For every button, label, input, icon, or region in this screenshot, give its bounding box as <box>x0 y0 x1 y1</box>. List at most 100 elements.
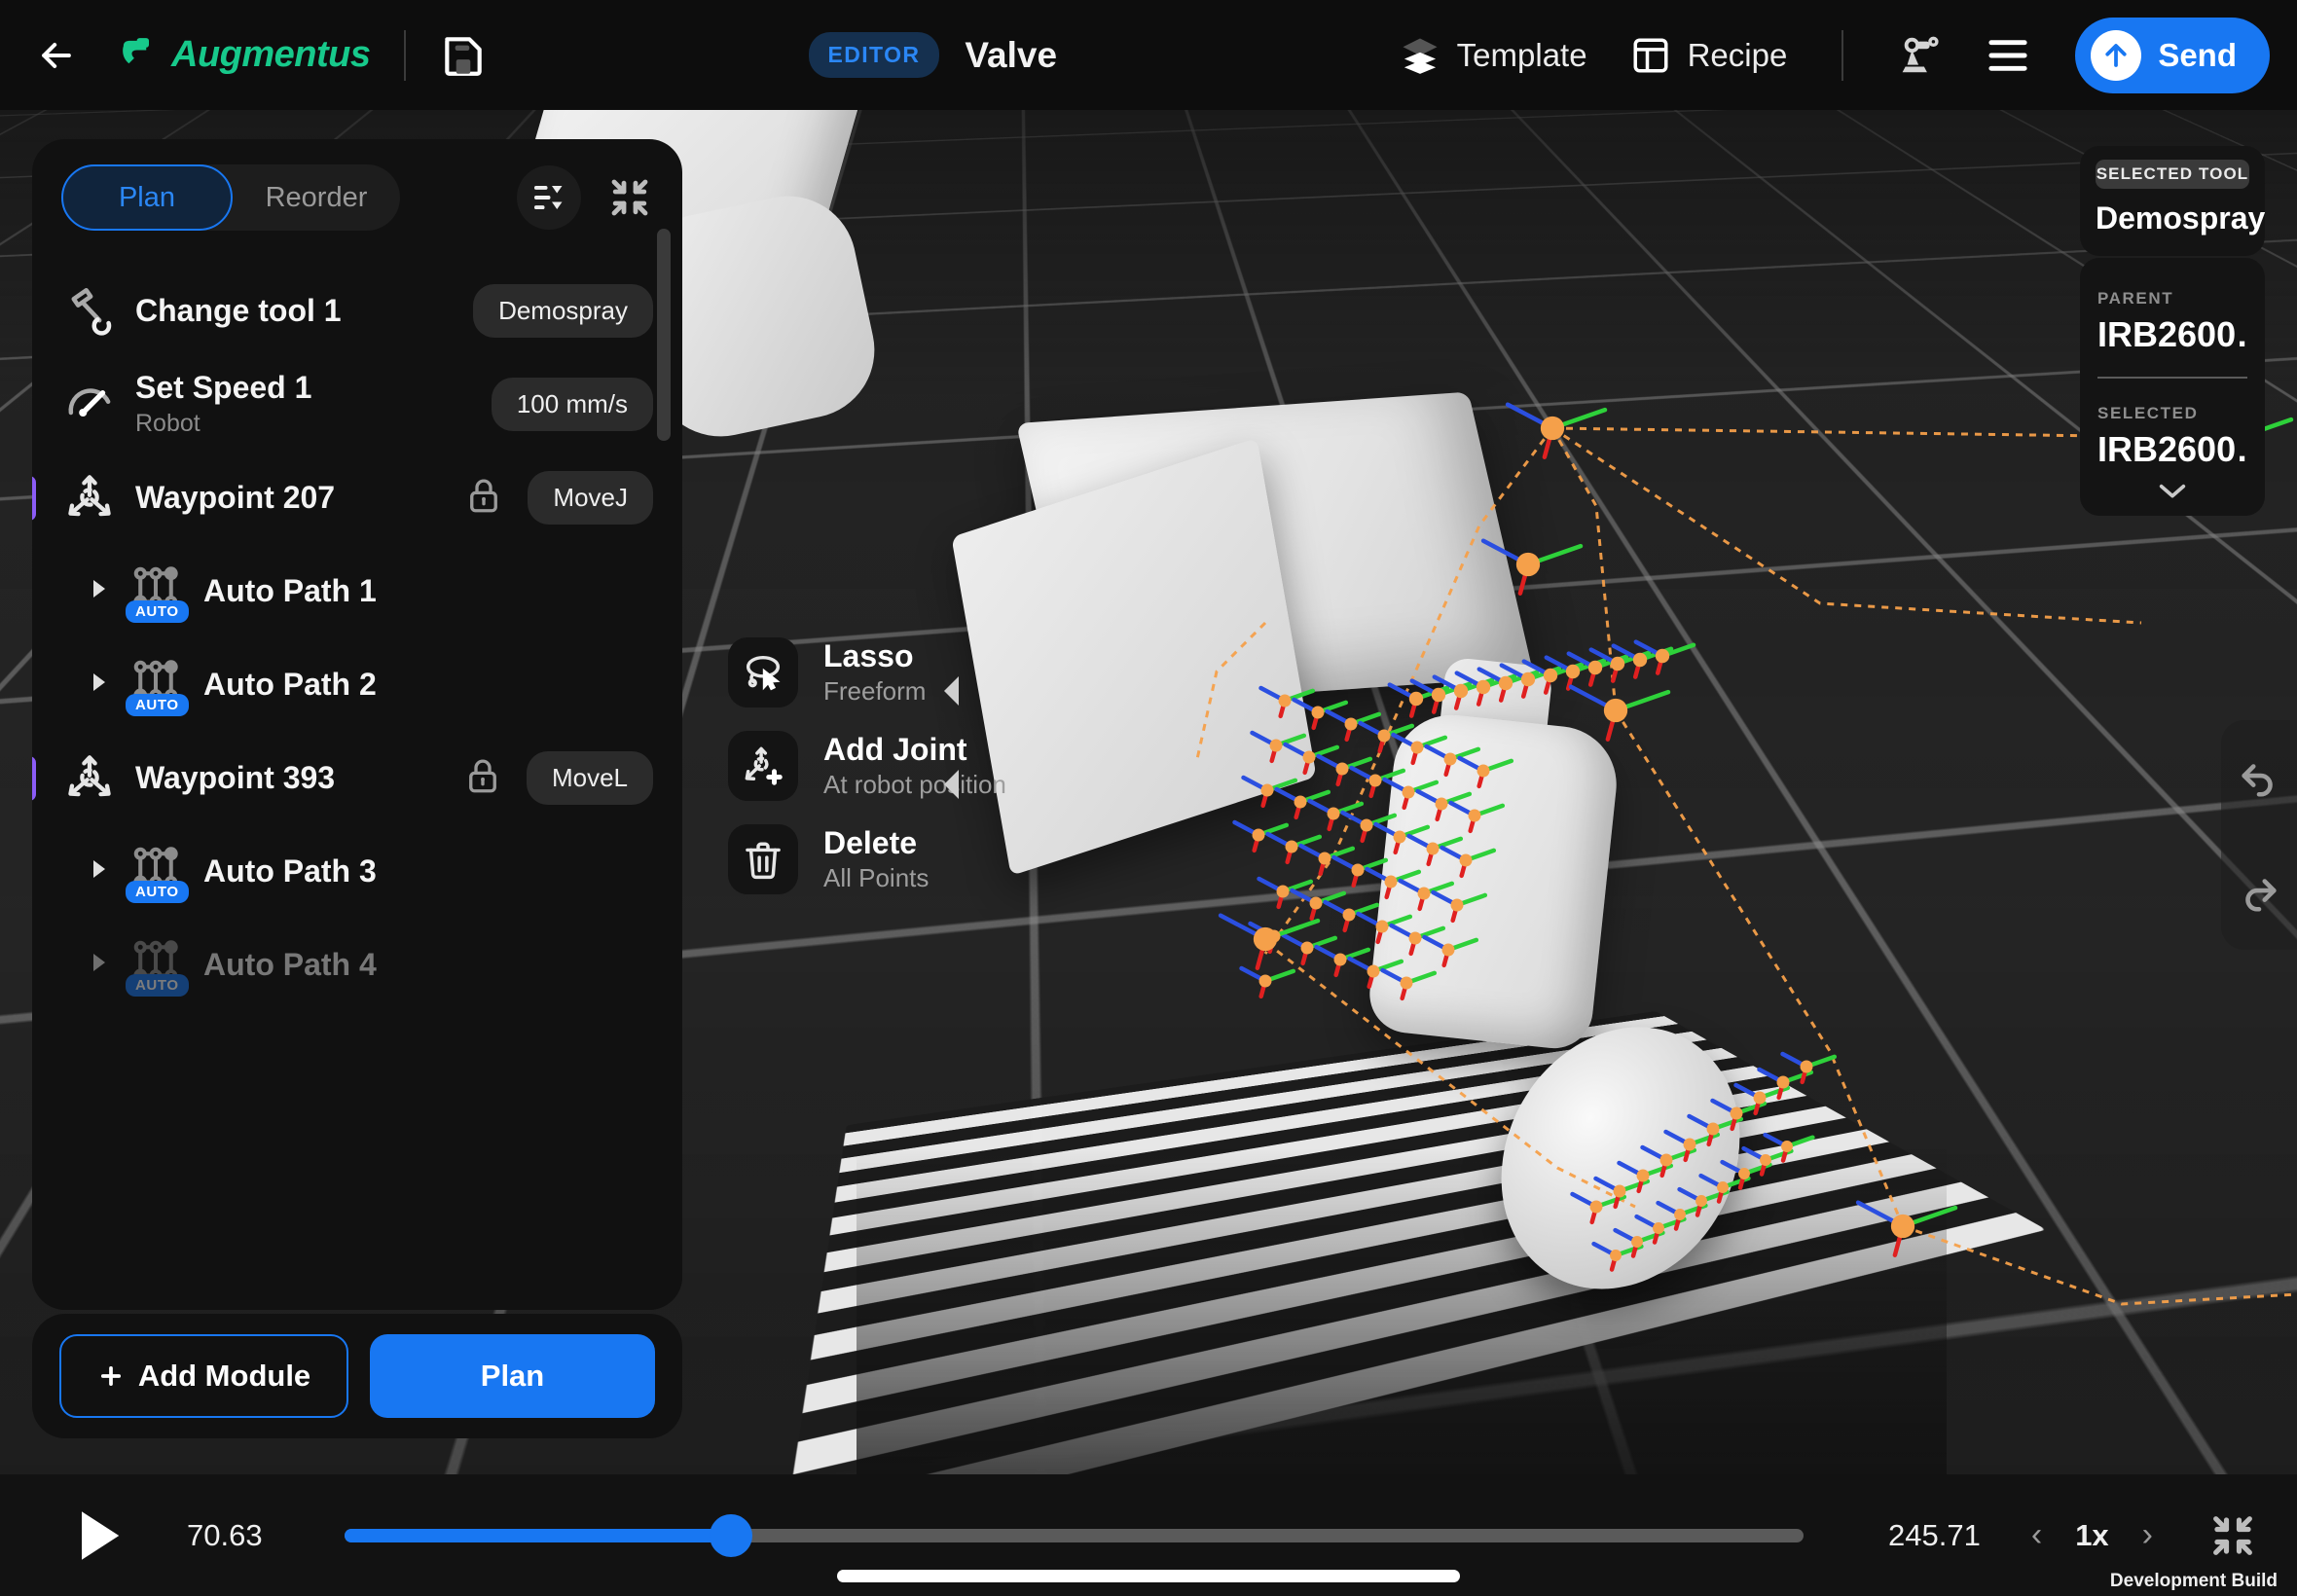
menu-button[interactable] <box>1964 27 2052 84</box>
selected-tool-card: SELECTED TOOL Demospray <box>2080 146 2265 256</box>
mode-badge: EDITOR <box>809 32 940 78</box>
redo-icon <box>2237 870 2281 915</box>
sort-filter-button[interactable] <box>517 165 581 230</box>
speed-value: 1x <box>2075 1518 2108 1553</box>
trash-icon <box>741 837 785 882</box>
row-text: Auto Path 3 <box>203 853 377 889</box>
plan-panel-header: Plan Reorder <box>32 139 682 240</box>
context-menu-title: Delete <box>823 825 929 861</box>
fullscreen-button[interactable] <box>2207 1510 2258 1561</box>
speed-next-button[interactable]: › <box>2142 1516 2153 1554</box>
row-text: Change tool 1 <box>135 293 342 329</box>
expand-triangle-icon[interactable] <box>87 950 112 980</box>
change-tool-icon <box>63 284 116 337</box>
row-title: Auto Path 1 <box>203 573 377 609</box>
table-layout-icon <box>1630 35 1671 76</box>
toolbar-divider-1 <box>404 30 406 81</box>
hierarchy-expand-button[interactable] <box>2097 470 2247 508</box>
row-actions: MoveL <box>462 751 653 805</box>
row-badge[interactable]: MoveL <box>527 751 653 805</box>
expand-triangle-icon[interactable] <box>87 856 112 887</box>
row-actions: MoveJ <box>463 471 653 525</box>
timeline-scrubber-handle[interactable] <box>710 1514 752 1557</box>
playback-speed-control: ‹ 1x › <box>2031 1516 2153 1554</box>
layers-icon <box>1400 35 1440 76</box>
send-label: Send <box>2158 37 2237 74</box>
redo-button[interactable] <box>2221 835 2297 950</box>
speed-prev-button[interactable]: ‹ <box>2031 1516 2042 1554</box>
recipe-button[interactable]: Recipe <box>1609 25 1809 86</box>
context-menu-expand-arrow[interactable] <box>944 770 959 799</box>
row-text: Waypoint 393 <box>135 760 335 796</box>
context-menu-item-add-joint[interactable]: Add JointAt robot position <box>728 731 1006 801</box>
context-menu-subtitle: At robot position <box>823 770 1006 800</box>
selected-value: IRB2600… <box>2097 429 2247 470</box>
context-menu-item-lasso[interactable]: LassoFreeform <box>728 637 1006 707</box>
tab-plan[interactable]: Plan <box>61 164 233 231</box>
expand-triangle-icon[interactable] <box>87 576 112 606</box>
context-menu-subtitle: Freeform <box>823 676 926 707</box>
auto-path-icon-wrap: AUTO <box>129 562 186 619</box>
context-menu-labels: LassoFreeform <box>823 638 926 707</box>
chevron-down-icon <box>2156 480 2189 501</box>
plan-step-list[interactable]: Change tool 1 Demospray Set Speed 1Robot1… <box>32 240 682 1272</box>
waypoint-icon <box>63 751 116 804</box>
lock-button[interactable] <box>463 475 504 521</box>
add-joint-icon <box>741 744 785 788</box>
plan-row-auto-path-2[interactable]: AUTOAuto Path 2 <box>32 637 682 731</box>
tab-reorder[interactable]: Reorder <box>233 164 400 231</box>
expand-triangle-icon[interactable] <box>87 670 112 700</box>
add-module-label: Add Module <box>138 1359 310 1394</box>
template-button[interactable]: Template <box>1378 25 1609 86</box>
collapse-panel-button[interactable] <box>606 174 653 221</box>
robot-button[interactable] <box>1877 23 1964 88</box>
play-button[interactable] <box>68 1505 130 1567</box>
selected-tool-label: SELECTED TOOL <box>2096 160 2249 189</box>
waypoint-icon <box>63 471 116 524</box>
row-title: Waypoint 207 <box>135 480 335 516</box>
row-title: Change tool 1 <box>135 293 342 329</box>
plan-row-auto-path-4[interactable]: AUTO Auto Path 4 <box>32 918 682 1011</box>
app-logo[interactable]: Augmentus <box>117 34 371 77</box>
context-menu-labels: Add JointAt robot position <box>823 732 1006 800</box>
plan-row-waypoint-207[interactable]: Waypoint 207 MoveJ <box>32 451 682 544</box>
plan-panel-footer: Add Module Plan <box>32 1314 682 1438</box>
add-module-button[interactable]: Add Module <box>59 1334 348 1418</box>
plan-row-set-speed-1[interactable]: Set Speed 1Robot100 mm/s <box>32 357 682 451</box>
lock-button[interactable] <box>462 755 503 801</box>
auto-path-icon-wrap: AUTO <box>129 936 186 993</box>
auto-badge: AUTO <box>126 974 189 997</box>
row-text: Auto Path 2 <box>203 667 377 703</box>
robot-arm-icon <box>1898 33 1943 78</box>
viewport-context-menu: LassoFreeform Add JointAt robot position… <box>728 637 1006 894</box>
timeline-total-time: 245.71 <box>1844 1518 1981 1553</box>
send-icon-circle <box>2091 30 2141 81</box>
save-button[interactable] <box>439 30 488 81</box>
row-badge[interactable]: MoveJ <box>528 471 653 525</box>
send-button[interactable]: Send <box>2075 18 2270 93</box>
auto-path-icon-wrap: AUTO <box>129 843 186 899</box>
back-button[interactable] <box>29 28 84 83</box>
arrow-up-circle-icon <box>2101 41 2131 70</box>
row-text: Waypoint 207 <box>135 480 335 516</box>
plan-row-auto-path-1[interactable]: AUTO Auto Path 1 <box>32 544 682 637</box>
plan-row-auto-path-3[interactable]: AUTO Auto Path 3 <box>32 824 682 918</box>
undo-button[interactable] <box>2221 720 2297 835</box>
timeline-scrubber[interactable] <box>345 1529 1804 1542</box>
plan-reorder-tabs: Plan Reorder <box>61 164 400 231</box>
context-menu-expand-arrow[interactable] <box>944 676 959 706</box>
plan-list-scrollbar[interactable] <box>657 229 671 441</box>
context-menu-icon <box>728 731 798 801</box>
plus-icon <box>97 1362 125 1390</box>
row-badge[interactable]: 100 mm/s <box>492 378 653 431</box>
plan-row-waypoint-393[interactable]: Waypoint 393 MoveL <box>32 731 682 824</box>
row-badge[interactable]: Demospray <box>473 284 653 338</box>
row-actions: Demospray <box>473 284 653 338</box>
plan-row-change-tool-1[interactable]: Change tool 1 Demospray <box>32 264 682 357</box>
row-title: Auto Path 4 <box>203 947 377 983</box>
context-menu-item-delete[interactable]: DeleteAll Points <box>728 824 1006 894</box>
plan-action-button[interactable]: Plan <box>370 1334 655 1418</box>
selected-tool-value: Demospray <box>2096 200 2249 236</box>
hierarchy-card: PARENT IRB2600… SELECTED IRB2600… <box>2080 258 2265 516</box>
row-icon <box>61 378 118 430</box>
